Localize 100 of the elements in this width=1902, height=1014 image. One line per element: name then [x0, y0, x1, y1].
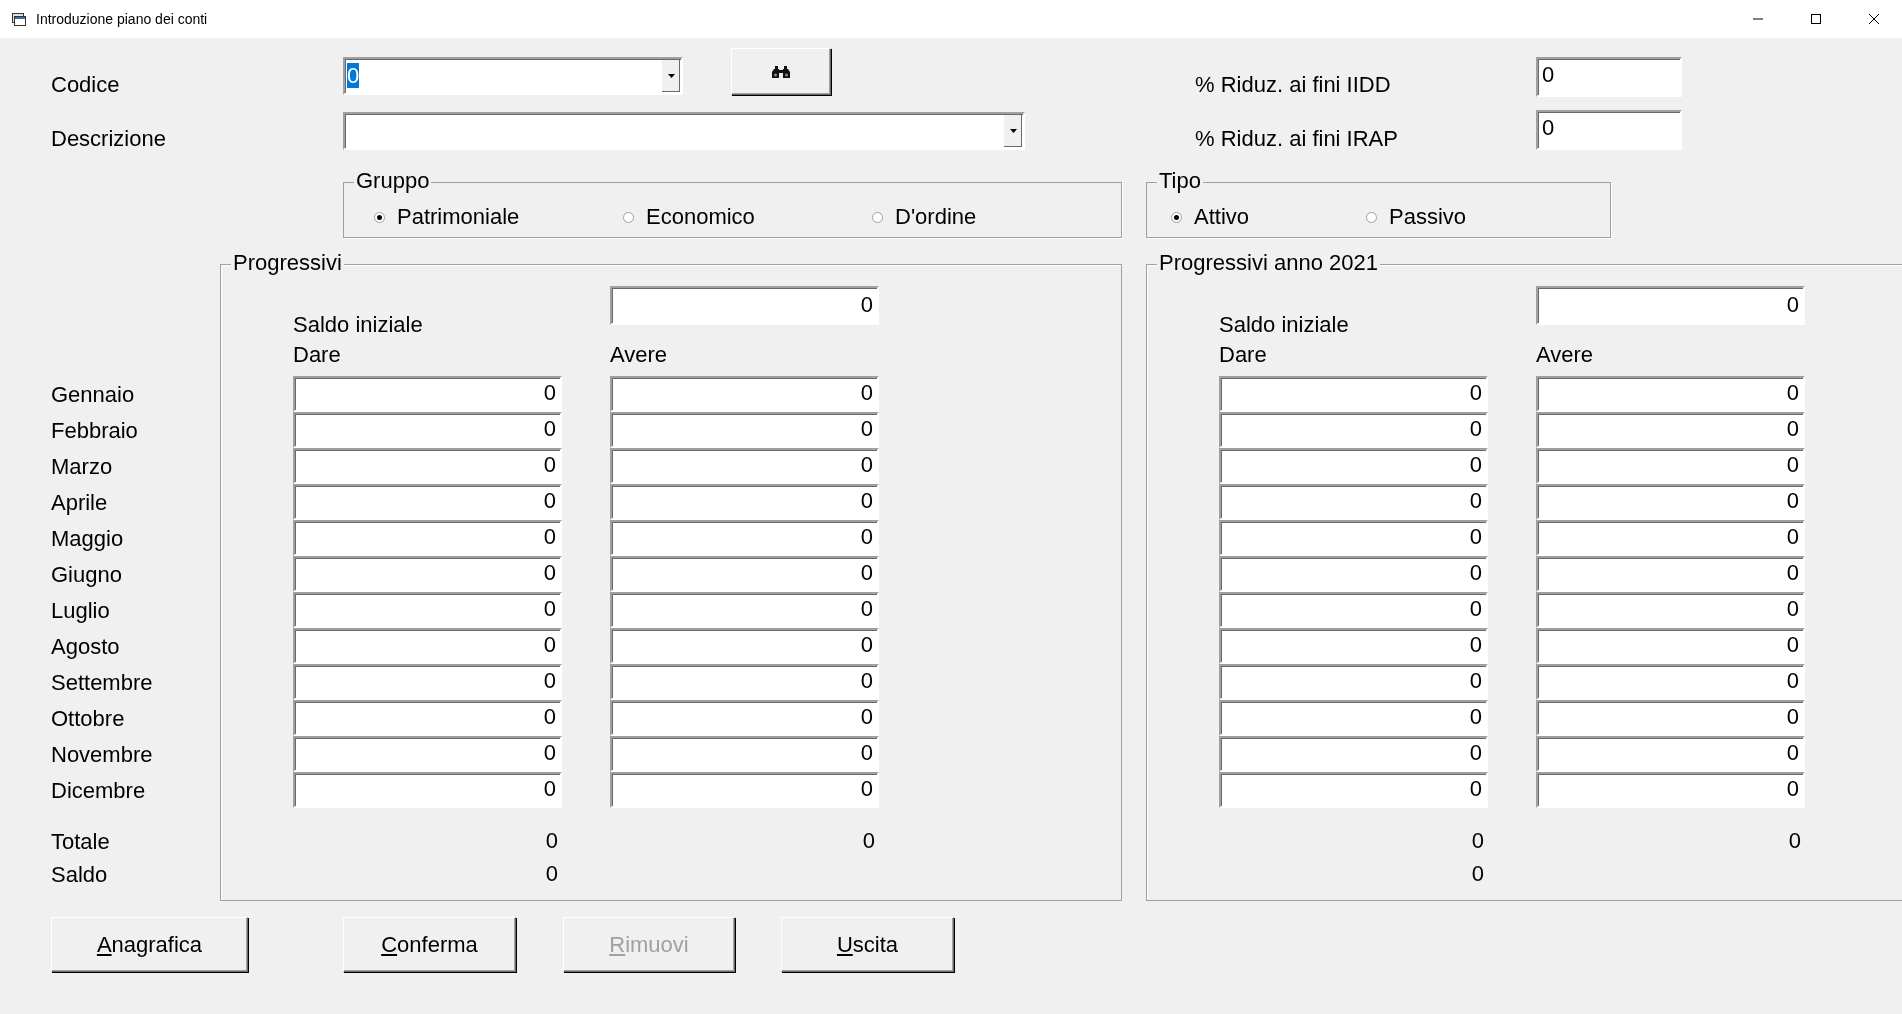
amount-field[interactable]: 0 — [1536, 556, 1805, 592]
month-label: Agosto — [51, 634, 120, 660]
amount-field[interactable]: 0 — [1219, 556, 1488, 592]
amount-field[interactable]: 0 — [1536, 736, 1805, 772]
amount-field[interactable]: 0 — [1536, 484, 1805, 520]
amount-field[interactable]: 0 — [293, 412, 562, 448]
codice-value: 0 — [347, 63, 360, 88]
maximize-icon[interactable] — [1810, 13, 1822, 25]
amount-field[interactable]: 0 — [293, 664, 562, 700]
column-header: Avere — [1536, 342, 1595, 368]
amount-field[interactable]: 0 — [610, 520, 879, 556]
amount-field[interactable]: 0 — [610, 628, 879, 664]
amount-field[interactable]: 0 — [293, 484, 562, 520]
search-button[interactable] — [731, 48, 831, 95]
amount-field[interactable]: 0 — [293, 592, 562, 628]
amount-field[interactable]: 0 — [610, 664, 879, 700]
month-label: Marzo — [51, 454, 113, 480]
month-label: Dicembre — [51, 778, 146, 804]
amount-field[interactable]: 0 — [610, 556, 879, 592]
amount-field[interactable]: 0 — [1219, 772, 1488, 808]
saldo-value: 0 — [544, 861, 559, 887]
amount-field[interactable]: 0 — [293, 520, 562, 556]
amount-field[interactable]: 0 — [293, 736, 562, 772]
app-icon — [12, 12, 26, 26]
amount-field[interactable]: 0 — [293, 772, 562, 808]
dropdown-button[interactable] — [661, 60, 680, 92]
month-label: Novembre — [51, 742, 153, 768]
amount-field[interactable]: 0 — [610, 286, 879, 325]
amount-field[interactable]: 0 — [1536, 520, 1805, 556]
amount-field[interactable]: 0 — [610, 412, 879, 448]
radio-label: D'ordine — [895, 204, 977, 230]
amount-field[interactable]: 0 — [1536, 412, 1805, 448]
amount-field[interactable]: 0 — [1536, 376, 1805, 412]
amount-field[interactable]: 0 — [1219, 448, 1488, 484]
amount-field[interactable]: 0 — [610, 592, 879, 628]
percent-field[interactable]: 0 — [1536, 57, 1682, 97]
total-value: 0 — [861, 828, 876, 854]
amount-field[interactable]: 0 — [1219, 484, 1488, 520]
saldo-iniziale-label: Saldo iniziale — [1219, 312, 1350, 338]
action-button[interactable]: Anagrafica — [51, 917, 248, 972]
riduzione-label: % Riduz. ai fini IIDD — [1195, 72, 1392, 98]
amount-field[interactable]: 0 — [1536, 286, 1805, 325]
amount-field[interactable]: 0 — [1536, 592, 1805, 628]
amount-field[interactable]: 0 — [293, 556, 562, 592]
caret-icon — [1009, 129, 1017, 133]
amount-field[interactable]: 0 — [610, 376, 879, 412]
radio-option[interactable]: D'ordine — [872, 204, 1121, 230]
column-header: Avere — [610, 342, 669, 368]
amount-field[interactable]: 0 — [1536, 772, 1805, 808]
radio-icon[interactable] — [374, 211, 385, 223]
amount-field[interactable]: 0 — [1219, 592, 1488, 628]
amount-field[interactable]: 0 — [293, 628, 562, 664]
radio-option[interactable]: Attivo — [1171, 204, 1366, 230]
amount-field[interactable]: 0 — [1219, 628, 1488, 664]
saldo-label: Saldo — [51, 862, 108, 888]
radio-icon[interactable] — [1366, 211, 1377, 223]
saldo-iniziale-label: Saldo iniziale — [293, 312, 424, 338]
amount-field[interactable]: 0 — [1219, 520, 1488, 556]
binoculars-icon — [772, 64, 790, 79]
month-label: Aprile — [51, 490, 108, 516]
month-label: Giugno — [51, 562, 122, 588]
month-label: Gennaio — [51, 382, 135, 408]
column-header: Dare — [1219, 342, 1268, 368]
amount-field[interactable]: 0 — [610, 700, 879, 736]
amount-field[interactable]: 0 — [1219, 664, 1488, 700]
amount-field[interactable]: 0 — [1219, 700, 1488, 736]
caret-icon — [667, 74, 675, 78]
month-label: Ottobre — [51, 706, 125, 732]
month-label: Febbraio — [51, 418, 138, 444]
amount-field[interactable]: 0 — [1219, 376, 1488, 412]
amount-field[interactable]: 0 — [610, 448, 879, 484]
descrizione-label: Descrizione — [51, 126, 167, 152]
radio-icon[interactable] — [872, 211, 883, 223]
amount-field[interactable]: 0 — [1536, 448, 1805, 484]
close-icon[interactable] — [1868, 13, 1880, 25]
amount-field[interactable]: 0 — [1219, 736, 1488, 772]
amount-field[interactable]: 0 — [1536, 628, 1805, 664]
amount-field[interactable]: 0 — [293, 700, 562, 736]
dropdown-button[interactable] — [1003, 115, 1022, 147]
percent-field[interactable]: 0 — [1536, 110, 1682, 150]
saldo-value: 0 — [1470, 861, 1485, 887]
total-value: 0 — [1470, 828, 1485, 854]
radio-option[interactable]: Passivo — [1366, 204, 1561, 230]
amount-field[interactable]: 0 — [610, 772, 879, 808]
radio-option[interactable]: Patrimoniale — [374, 204, 623, 230]
action-button[interactable]: Uscita — [781, 917, 954, 972]
amount-field[interactable]: 0 — [1536, 700, 1805, 736]
amount-field[interactable]: 0 — [293, 448, 562, 484]
amount-field[interactable]: 0 — [610, 736, 879, 772]
codice-combo[interactable]: 0 — [343, 57, 683, 95]
amount-field[interactable]: 0 — [293, 376, 562, 412]
radio-icon[interactable] — [1171, 211, 1182, 223]
radio-icon[interactable] — [623, 211, 634, 223]
descrizione-combo[interactable] — [343, 112, 1025, 150]
action-button[interactable]: Conferma — [343, 917, 516, 972]
amount-field[interactable]: 0 — [610, 484, 879, 520]
radio-label: Economico — [646, 204, 755, 230]
amount-field[interactable]: 0 — [1219, 412, 1488, 448]
amount-field[interactable]: 0 — [1536, 664, 1805, 700]
radio-option[interactable]: Economico — [623, 204, 872, 230]
